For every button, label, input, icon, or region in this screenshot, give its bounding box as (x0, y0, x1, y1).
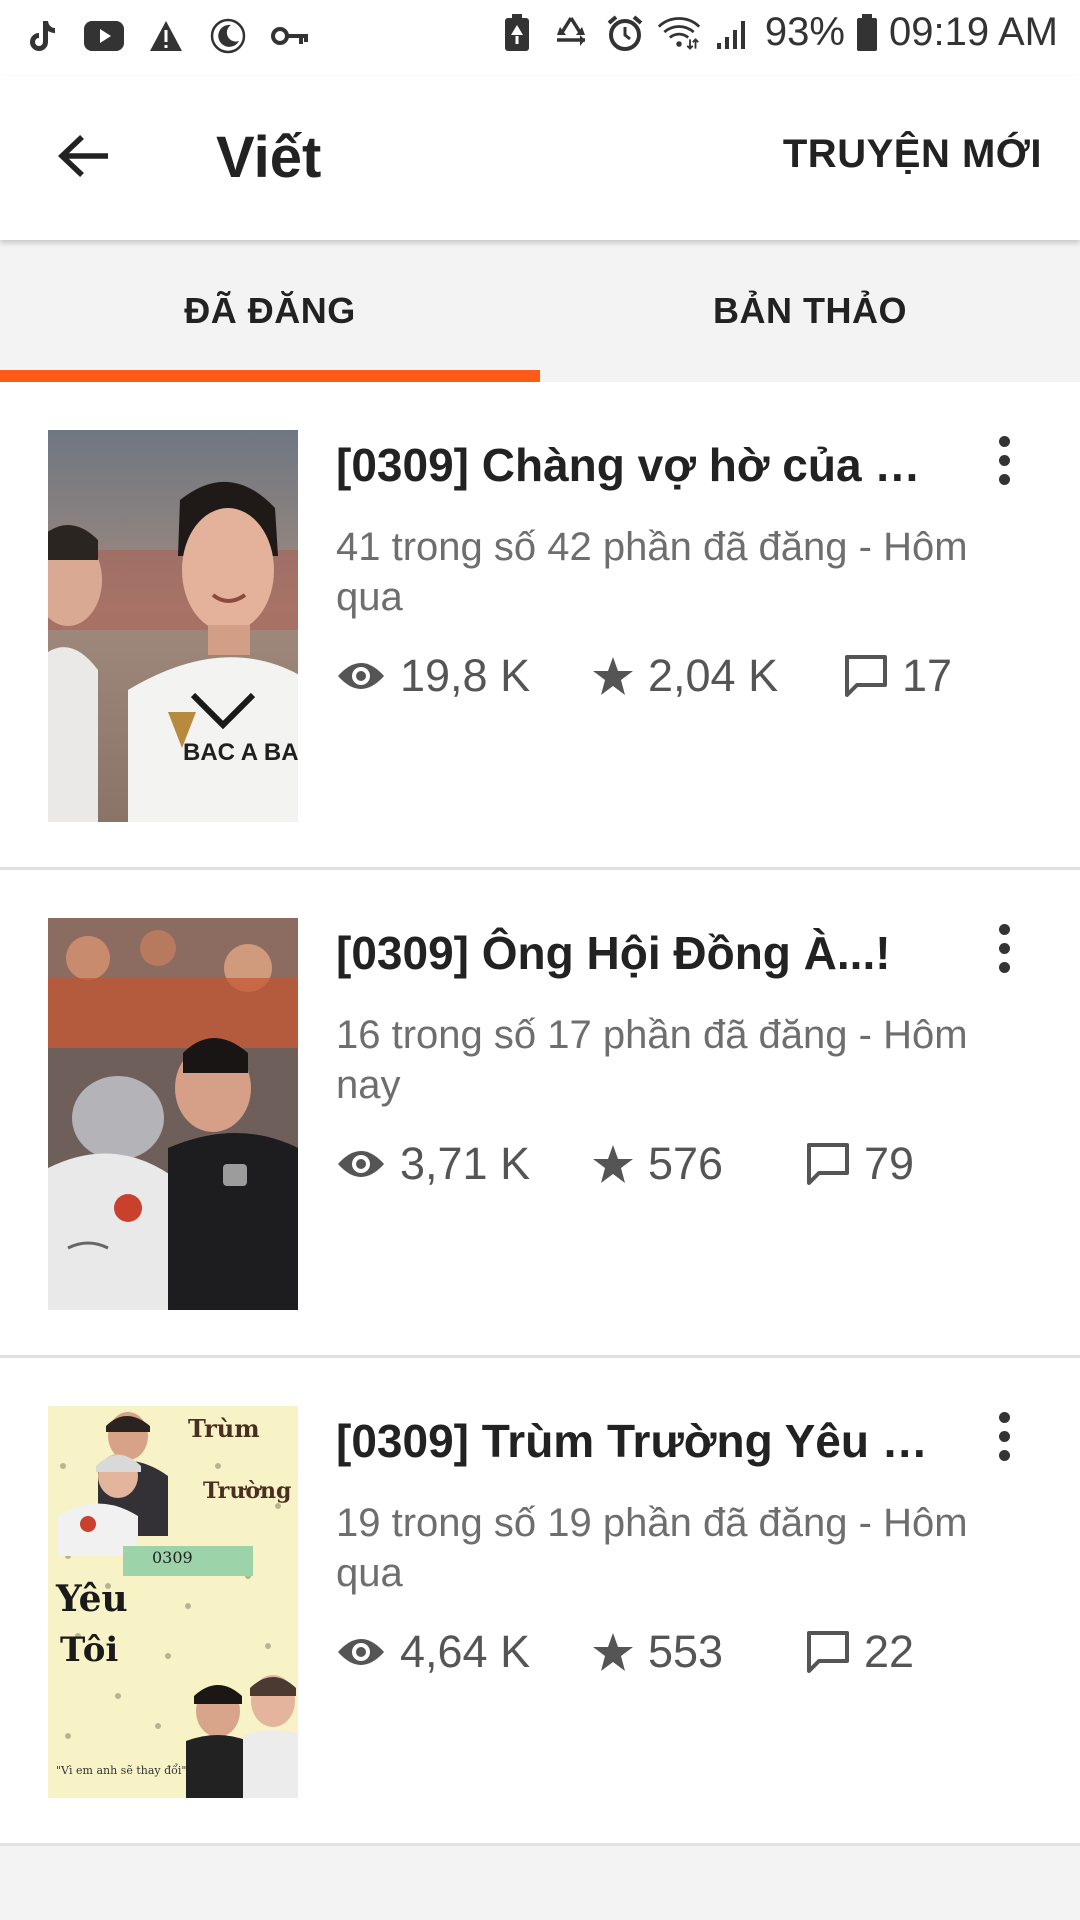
wifi-icon (657, 11, 701, 55)
battery-saver-icon (495, 11, 539, 55)
story-title[interactable]: [0309] Ông Hội Đồng À...! (336, 926, 946, 980)
votes-stat: 553 (592, 1620, 723, 1684)
votes-stat: 576 (592, 1132, 723, 1196)
story-title[interactable]: [0309] Chàng vợ hờ của Qu... (336, 438, 946, 492)
active-tab-indicator (0, 370, 540, 382)
story-parts-info: 16 trong số 17 phần đã đăng - Hôm nay (336, 1013, 968, 1107)
story-parts-info: 19 trong số 19 phần đã đăng - Hôm qua (336, 1501, 968, 1595)
eye-icon (336, 659, 386, 693)
more-options-button[interactable] (980, 428, 1028, 492)
comment-icon (806, 1142, 850, 1186)
page-title: Viết (216, 125, 322, 190)
votes-count: 553 (648, 1626, 724, 1677)
tab-published-label: ĐÃ ĐĂNG (184, 290, 356, 331)
tab-drafts[interactable]: BẢN THẢO (540, 240, 1080, 382)
eye-icon (336, 1147, 386, 1181)
comments-count: 79 (864, 1138, 915, 1189)
comment-icon (844, 654, 888, 698)
cover-title-line-1: Trùm (188, 1414, 260, 1443)
more-vertical-icon (998, 1411, 1010, 1423)
status-right-icons: 93% 09:19 AM (495, 10, 1058, 55)
votes-count: 2,04 K (648, 650, 779, 701)
reads-stat: 4,64 K (336, 1620, 530, 1684)
star-icon (592, 1144, 634, 1184)
battery-icon (855, 11, 879, 55)
comments-stat: 22 (806, 1620, 914, 1684)
story-cover-image[interactable] (48, 918, 298, 1310)
reads-stat: 19,8 K (336, 644, 530, 708)
votes-count: 576 (648, 1138, 724, 1189)
story-list: BAC A BAN [0309] Chàng vợ hờ của Qu... 4… (0, 382, 1080, 1846)
eye-icon (336, 1635, 386, 1669)
more-vertical-icon (998, 923, 1010, 935)
comments-stat: 17 (844, 644, 952, 708)
svg-text:BAC A BAN: BAC A BAN (183, 739, 298, 766)
reads-count: 3,71 K (400, 1138, 531, 1189)
story-stats: 19,8 K 2,04 K 17 (336, 644, 1056, 708)
reads-stat: 3,71 K (336, 1132, 530, 1196)
tiktok-icon (20, 14, 64, 58)
story-card[interactable]: BAC A BAN [0309] Chàng vợ hờ của Qu... 4… (0, 382, 1080, 870)
recycle-icon (549, 11, 593, 55)
story-card[interactable]: [0309] Ông Hội Đồng À...! 16 trong số 17… (0, 870, 1080, 1358)
story-parts-info: 41 trong số 42 phần đã đăng - Hôm qua (336, 525, 968, 619)
more-options-button[interactable] (980, 1404, 1028, 1468)
story-cover-image[interactable]: Trùm Trường 0309 Yêu Tôi "Vì em anh sẽ t… (48, 1406, 298, 1798)
youtube-icon (82, 14, 126, 58)
reads-count: 4,64 K (400, 1626, 531, 1677)
new-story-button[interactable]: TRUYỆN MỚI (783, 132, 1042, 177)
more-vertical-icon (998, 435, 1010, 447)
status-left-icons (20, 14, 312, 58)
warning-icon (144, 14, 188, 58)
comment-icon (806, 1630, 850, 1674)
night-mode-icon (206, 14, 250, 58)
story-card[interactable]: Trùm Trường 0309 Yêu Tôi "Vì em anh sẽ t… (0, 1358, 1080, 1846)
story-stats: 4,64 K 553 22 (336, 1620, 1056, 1684)
reads-count: 19,8 K (400, 650, 531, 701)
alarm-icon (603, 11, 647, 55)
tab-published[interactable]: ĐÃ ĐĂNG (0, 240, 540, 382)
vpn-key-icon (268, 14, 312, 58)
arrow-left-icon (58, 134, 110, 183)
votes-stat: 2,04 K (592, 644, 778, 708)
cover-tag: 0309 (152, 1548, 193, 1567)
star-icon (592, 656, 634, 696)
clock: 09:19 AM (888, 10, 1058, 54)
star-icon (592, 1632, 634, 1672)
comments-count: 17 (902, 650, 953, 701)
status-bar: 93% 09:19 AM (0, 0, 1080, 76)
comments-count: 22 (864, 1626, 915, 1677)
cover-title-line-4: Tôi (60, 1630, 119, 1670)
battery-percent: 93% (764, 10, 845, 54)
back-button[interactable] (44, 118, 124, 198)
tab-bar: ĐÃ ĐĂNG BẢN THẢO (0, 240, 1080, 382)
cover-title-line-2: Trường (203, 1478, 292, 1504)
app-bar: Viết TRUYỆN MỚI (0, 76, 1080, 240)
cover-title-line-3: Yêu (56, 1578, 128, 1620)
story-title[interactable]: [0309] Trùm Trường Yêu Tôi (336, 1414, 946, 1468)
cover-caption: "Vì em anh sẽ thay đổi" (56, 1764, 187, 1777)
signal-icon (711, 11, 755, 55)
more-options-button[interactable] (980, 916, 1028, 980)
story-stats: 3,71 K 576 79 (336, 1132, 1056, 1196)
tab-drafts-label: BẢN THẢO (713, 290, 907, 331)
story-cover-image[interactable]: BAC A BAN (48, 430, 298, 822)
comments-stat: 79 (806, 1132, 914, 1196)
